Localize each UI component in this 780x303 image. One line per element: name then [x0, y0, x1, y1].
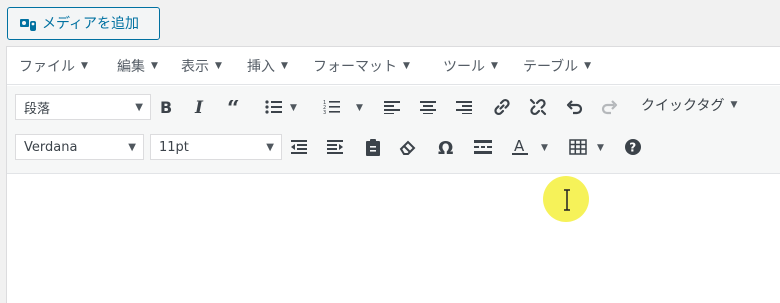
caret-down-icon[interactable]: ▼: [356, 103, 363, 113]
menu-file-label: ファイル: [19, 59, 75, 75]
clipboard-icon: [366, 139, 380, 156]
svg-text:B: B: [160, 99, 172, 115]
font-size-value: 11pt: [159, 139, 189, 155]
italic-button[interactable]: I: [186, 93, 214, 121]
omega-icon: Ω: [438, 138, 453, 156]
help-button[interactable]: ?: [619, 133, 647, 161]
undo-button[interactable]: [560, 93, 588, 121]
menu-format-label: フォーマット: [313, 59, 397, 75]
indent-icon: [327, 140, 343, 154]
table-button[interactable]: [564, 133, 592, 161]
bullet-list-button[interactable]: [260, 93, 288, 121]
menu-edit-label: 編集: [117, 59, 145, 75]
numbered-list-icon: 1 2 3: [323, 100, 340, 115]
caret-down-icon: ▼: [128, 142, 136, 153]
caret-down-icon[interactable]: ▼: [597, 143, 604, 153]
svg-text:3: 3: [323, 110, 326, 115]
menu-edit[interactable]: 編集 ▼: [117, 47, 158, 85]
link-icon: [494, 98, 510, 116]
menu-view-label: 表示: [181, 59, 209, 75]
svg-text:?: ?: [629, 141, 636, 155]
menu-file[interactable]: ファイル ▼: [19, 47, 88, 85]
bold-icon: B: [160, 99, 172, 115]
menubar: ファイル ▼ 編集 ▼ 表示 ▼ 挿入 ▼ フォーマット ▼ ツール ▼ テーブル ▼: [7, 47, 780, 85]
menu-insert[interactable]: 挿入 ▼: [247, 47, 288, 85]
table-icon: [569, 139, 587, 155]
align-center-button[interactable]: [414, 93, 442, 121]
paste-text-button[interactable]: [359, 133, 387, 161]
caret-down-icon: ▼: [403, 61, 410, 71]
remove-link-button[interactable]: [524, 93, 552, 121]
caret-down-icon: ▼: [584, 61, 592, 71]
menu-tools[interactable]: ツール ▼: [443, 47, 498, 85]
help-icon: ?: [625, 139, 641, 155]
caret-down-icon: ▼: [135, 102, 143, 113]
caret-down-icon[interactable]: ▼: [541, 143, 548, 153]
caret-down-icon: ▼: [215, 61, 222, 71]
text-cursor-icon: [564, 189, 570, 211]
align-left-button[interactable]: [378, 93, 406, 121]
editor-toolbar: 段落 ▼ B I “ ▼ 1 2 3 ▼ クイックタグ ▼ Verdana ▼ …: [7, 86, 780, 174]
media-add-icon: [20, 19, 36, 31]
quote-icon: “: [227, 100, 240, 114]
clear-formatting-button[interactable]: [394, 133, 422, 161]
editor-frame: ファイル ▼ 編集 ▼ 表示 ▼ 挿入 ▼ フォーマット ▼ ツール ▼ テーブル ▼ 段落 …: [6, 46, 780, 303]
menu-format[interactable]: フォーマット ▼: [313, 47, 410, 85]
text-color-icon: A: [512, 138, 528, 155]
menu-table[interactable]: テーブル ▼: [523, 47, 591, 85]
read-more-button[interactable]: [469, 133, 497, 161]
indent-button[interactable]: [321, 133, 349, 161]
text-color-button[interactable]: A: [506, 133, 534, 161]
outdent-icon: [291, 140, 307, 154]
outdent-button[interactable]: [285, 133, 313, 161]
align-center-icon: [420, 101, 436, 114]
align-left-icon: [384, 101, 400, 114]
italic-icon: I: [194, 99, 204, 115]
unlink-icon: [529, 98, 547, 116]
svg-text:I: I: [194, 99, 204, 115]
redo-icon: [601, 100, 618, 115]
insert-link-button[interactable]: [488, 93, 516, 121]
menu-tools-label: ツール: [443, 59, 485, 75]
bold-button[interactable]: B: [152, 93, 180, 121]
menu-view[interactable]: 表示 ▼: [181, 47, 222, 85]
special-character-button[interactable]: Ω: [432, 133, 460, 161]
eraser-icon: [399, 140, 416, 155]
format-select-value: 段落: [24, 101, 51, 117]
caret-down-icon: ▼: [491, 61, 498, 71]
read-more-icon: [474, 140, 492, 154]
svg-text:A: A: [514, 138, 525, 155]
caret-down-icon: ▼: [730, 100, 738, 110]
add-media-label: メディアを追加: [42, 16, 140, 32]
svg-text:“: “: [227, 100, 240, 114]
redo-button[interactable]: [596, 93, 624, 121]
font-family-value: Verdana: [24, 139, 78, 155]
numbered-list-button[interactable]: 1 2 3: [318, 93, 346, 121]
align-right-button[interactable]: [450, 93, 478, 121]
bullet-list-icon: [265, 100, 282, 114]
caret-down-icon: ▼: [266, 142, 274, 153]
format-select[interactable]: 段落 ▼: [15, 94, 151, 120]
add-media-button[interactable]: メディアを追加: [7, 7, 160, 40]
caret-down-icon: ▼: [81, 61, 88, 71]
quick-tag-dropdown[interactable]: クイックタグ ▼: [641, 90, 737, 120]
caret-down-icon: ▼: [281, 61, 288, 71]
menu-insert-label: 挿入: [247, 59, 275, 75]
caret-down-icon: ▼: [151, 61, 158, 71]
editor-content-area[interactable]: [7, 175, 780, 303]
blockquote-button[interactable]: “: [222, 93, 250, 121]
undo-icon: [566, 100, 583, 115]
quick-tag-label: クイックタグ: [641, 98, 725, 114]
menu-table-label: テーブル: [523, 59, 579, 75]
svg-text:Ω: Ω: [438, 138, 453, 156]
align-right-icon: [456, 101, 472, 114]
font-family-select[interactable]: Verdana ▼: [15, 134, 144, 160]
font-size-select[interactable]: 11pt ▼: [150, 134, 282, 160]
caret-down-icon[interactable]: ▼: [290, 103, 297, 113]
